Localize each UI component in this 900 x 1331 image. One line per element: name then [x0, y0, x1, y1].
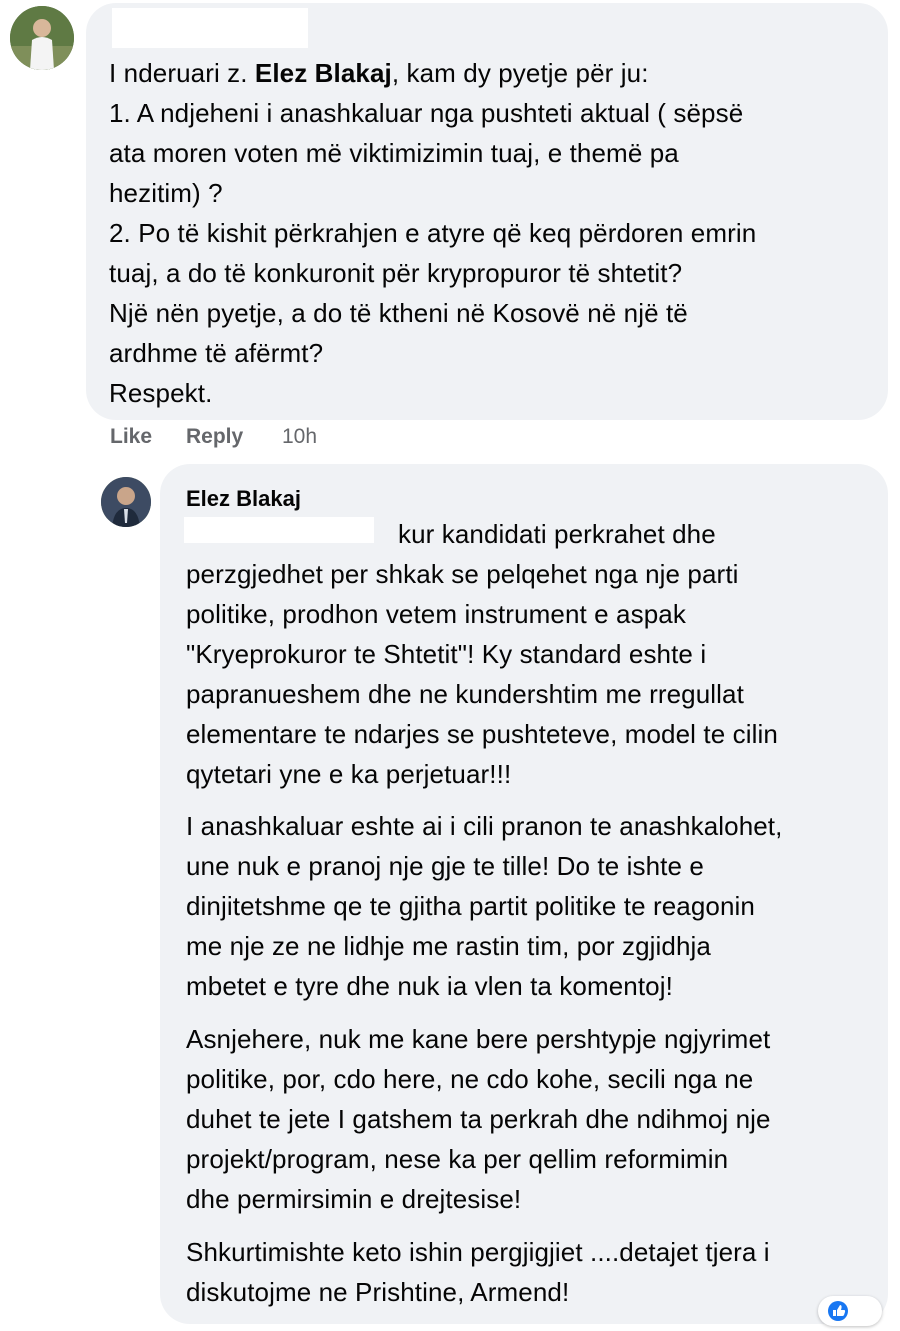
- reply-line: politike, prodhon vetem instrument e asp…: [186, 599, 686, 629]
- like-button[interactable]: Like: [110, 425, 152, 449]
- comment-line: tuaj, a do të konkuronit për krypropuror…: [109, 258, 683, 288]
- comment-timestamp[interactable]: 10h: [282, 425, 317, 449]
- reply-paragraph-2: I anashkaluar eshte ai i cili pranon te …: [186, 806, 876, 1006]
- comment-body: I nderuari z. Elez Blakaj, kam dy pyetje…: [109, 53, 889, 408]
- reply-line: dhe permirsimin e drejtesise!: [186, 1184, 522, 1214]
- reply-line: politike, por, cdo here, ne cdo kohe, se…: [186, 1064, 754, 1094]
- commenter-avatar[interactable]: [10, 6, 74, 70]
- comment-line: Një nën pyetje, a do të ktheni në Kosovë…: [109, 298, 688, 328]
- reply-line: qytetari yne e ka perjetuar!!!: [186, 759, 512, 789]
- reply-line: diskutojme ne Prishtine, Armend!: [186, 1277, 570, 1307]
- reply-line: duhet te jete I gatshem ta perkrah dhe n…: [186, 1104, 771, 1134]
- reply-line: Shkurtimishte keto ishin pergjigjiet ...…: [186, 1237, 770, 1267]
- reactions-badge[interactable]: [818, 1296, 882, 1326]
- comment-line: 2. Po të kishit përkrahjen e atyre që ke…: [109, 218, 757, 248]
- mentioned-name[interactable]: Elez Blakaj: [255, 58, 392, 88]
- comment-line: 1. A ndjeheni i anashkaluar nga pushteti…: [109, 98, 744, 128]
- comment-intro: I nderuari z. Elez Blakaj, kam dy pyetje…: [109, 58, 649, 88]
- reply-paragraph-1: kur kandidati perkrahet dhe perzgjedhet …: [186, 514, 876, 794]
- commenter-photo: [10, 6, 74, 70]
- reply-line: Asnjehere, nuk me kane bere pershtypje n…: [186, 1024, 771, 1054]
- comment-line: ata moren voten më viktimizimin tuaj, e …: [109, 138, 679, 168]
- reply-author-avatar[interactable]: [101, 477, 151, 527]
- reply-line: kur kandidati perkrahet dhe: [398, 519, 716, 549]
- reply-line: projekt/program, nese ka per qellim refo…: [186, 1144, 729, 1174]
- reply-line: perzgjedhet per shkak se pelqehet nga nj…: [186, 559, 739, 589]
- comment-line: ardhme të afërmt?: [109, 338, 324, 368]
- reply-author-photo: [101, 477, 151, 527]
- reply-line: papranueshem dhe ne kundershtim me rregu…: [186, 679, 744, 709]
- reply-line: me nje ze ne lidhje me rastin tim, por z…: [186, 931, 711, 961]
- reply-line: mbetet e tyre dhe nuk ia vlen ta komento…: [186, 971, 673, 1001]
- redacted-commenter-name: [112, 8, 308, 48]
- reply-author-name[interactable]: Elez Blakaj: [186, 486, 301, 512]
- reply-button[interactable]: Reply: [186, 425, 243, 449]
- reply-line: "Kryeprokuror te Shtetit"! Ky standard e…: [186, 639, 707, 669]
- reply-line: dinjitetshme qe te gjitha partit politik…: [186, 891, 755, 921]
- reply-line: une nuk e pranoj nje gje te tille! Do te…: [186, 851, 704, 881]
- reply-line: elementare te ndarjes se pushteteve, mod…: [186, 719, 778, 749]
- reply-line: I anashkaluar eshte ai i cili pranon te …: [186, 811, 783, 841]
- reply-paragraph-3: Asnjehere, nuk me kane bere pershtypje n…: [186, 1019, 876, 1219]
- comment-line: hezitim) ?: [109, 178, 223, 208]
- reply-paragraph-4: Shkurtimishte keto ishin pergjigjiet ...…: [186, 1232, 876, 1312]
- comment-line: Respekt.: [109, 378, 213, 408]
- like-reaction-icon: [828, 1301, 848, 1321]
